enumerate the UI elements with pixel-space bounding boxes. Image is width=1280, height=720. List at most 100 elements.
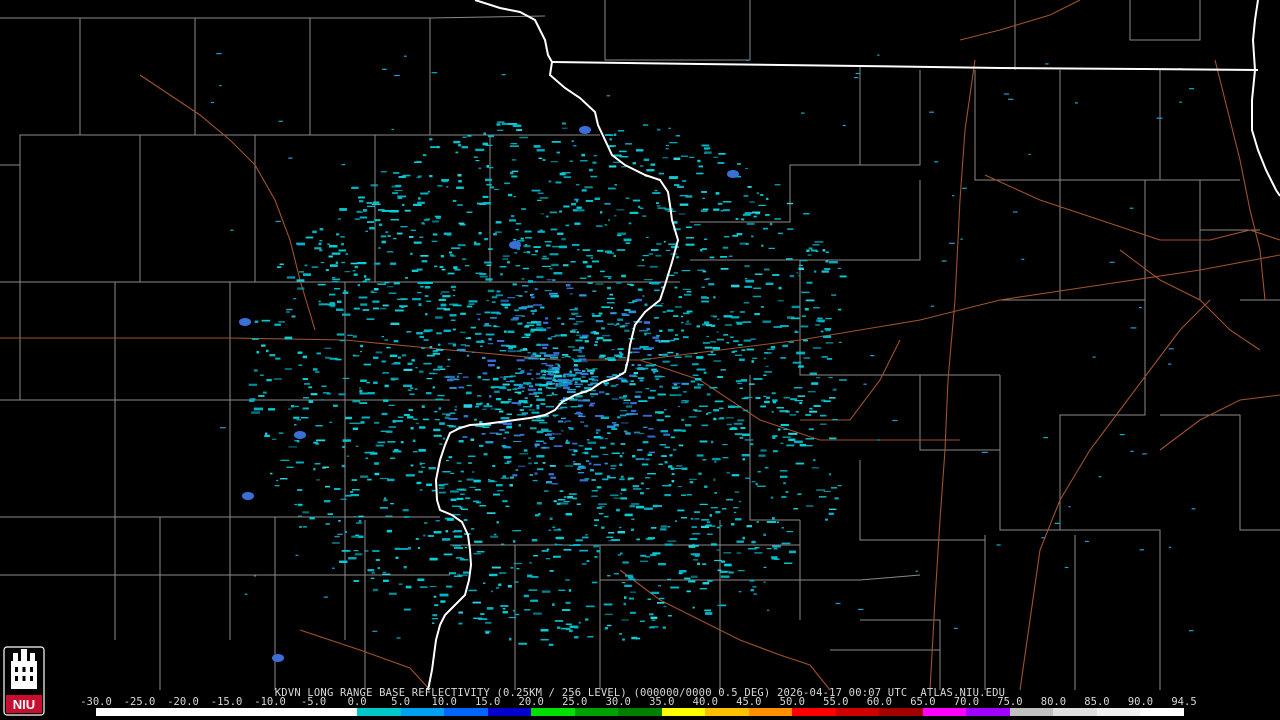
echo-pixel [645,236,649,238]
echo-pixel [338,393,346,396]
echo-pixel [382,571,386,573]
echo-pixel [541,550,549,552]
echo-pixel [537,199,542,201]
echo-pixel [549,253,559,256]
echo-pixel [383,499,388,502]
echo-pixel [643,321,650,324]
echo-pixel [382,372,389,374]
echo-pixel [530,310,537,312]
echo-pixel [563,383,573,385]
echo-pixel [705,612,713,615]
echo-pixel [686,291,692,293]
echo-pixel [806,505,814,507]
echo-pixel [642,124,649,126]
echo-pixel [811,382,819,385]
echo-pixel [474,489,481,491]
echo-pixel [535,354,541,357]
echo-pixel [480,345,483,348]
echo-pixel [419,236,424,238]
echo-pixel [379,223,383,226]
echo-pixel [550,161,558,163]
echo-pixel [619,410,628,412]
echo-pixel [713,296,716,299]
echo-pixel [811,249,818,252]
echo-pixel [762,320,771,323]
echo-pixel [607,297,615,300]
echo-pixel [297,287,305,290]
echo-pixel [568,318,575,320]
echo-pixel [713,478,716,481]
echo-pixel [714,400,724,403]
echo-pixel [434,215,441,218]
echo-pixel [753,215,757,218]
echo-pixel [730,311,734,313]
echo-pixel [511,175,518,178]
echo-pixel [404,209,411,212]
echo-pixel [839,379,847,381]
echo-pixel [684,294,692,296]
echo-pixel [359,402,368,404]
echo-pixel [684,424,692,427]
echo-pixel [774,218,781,220]
echo-pixel [517,414,526,416]
echo-pixel [703,152,706,154]
echo-pixel [630,611,636,614]
echo-pixel [372,588,379,592]
echo-pixel [657,393,666,396]
echo-pixel [536,321,542,324]
echo-pixel [764,400,770,404]
echo-pixel [298,503,303,506]
echo-pixel [778,232,783,235]
echo-pixel [734,354,743,356]
echo-pixel [511,215,515,218]
echo-pixel [572,209,578,212]
echo-pixel [509,637,512,641]
echo-pixel [674,286,678,289]
echo-pixel [471,528,475,530]
echo-pixel [642,358,651,360]
echo-pixel [763,374,767,376]
echo-pixel [414,161,422,163]
echo-pixel [685,243,695,246]
echo-pixel [575,321,584,323]
echo-pixel [742,321,752,323]
echo-pixel [472,471,475,473]
echo-pixel [692,374,699,376]
echo-pixel [801,291,810,294]
echo-pixel [370,577,375,579]
echo-pixel [664,494,671,497]
echo-pixel [366,202,372,204]
echo-pixel [512,283,517,286]
echo-pixel [701,191,707,193]
echo-pixel [329,421,333,423]
echo-pixel [514,613,520,616]
echo-pixel [659,329,663,332]
echo-pixel [678,572,683,575]
echo-pixel [323,466,329,468]
echo-pixel [685,195,693,198]
echo-pixel [517,404,522,406]
echo-pixel [537,468,544,471]
echo-pixel [424,295,429,297]
echo-pixel [706,521,711,524]
echo-pixel [640,492,644,495]
echo-pixel [515,229,519,231]
echo-pixel [551,483,558,485]
echo-pixel [733,350,738,352]
echo-pixel [754,552,763,554]
echo-pixel [828,377,833,379]
echo-pixel [273,378,282,380]
echo-pixel [452,304,462,307]
echo-pixel [640,207,644,209]
echo-pixel [412,298,421,301]
echo-pixel [805,414,812,416]
echo-pixel [593,154,598,157]
echo-pixel [473,479,481,483]
echo-pixel [457,244,466,247]
echo-pixel [756,192,760,195]
echo-pixel [439,422,445,425]
echo-pixel [620,552,623,555]
echo-pixel [482,142,488,146]
echo-pixel [439,491,446,494]
echo-pixel [569,293,573,295]
